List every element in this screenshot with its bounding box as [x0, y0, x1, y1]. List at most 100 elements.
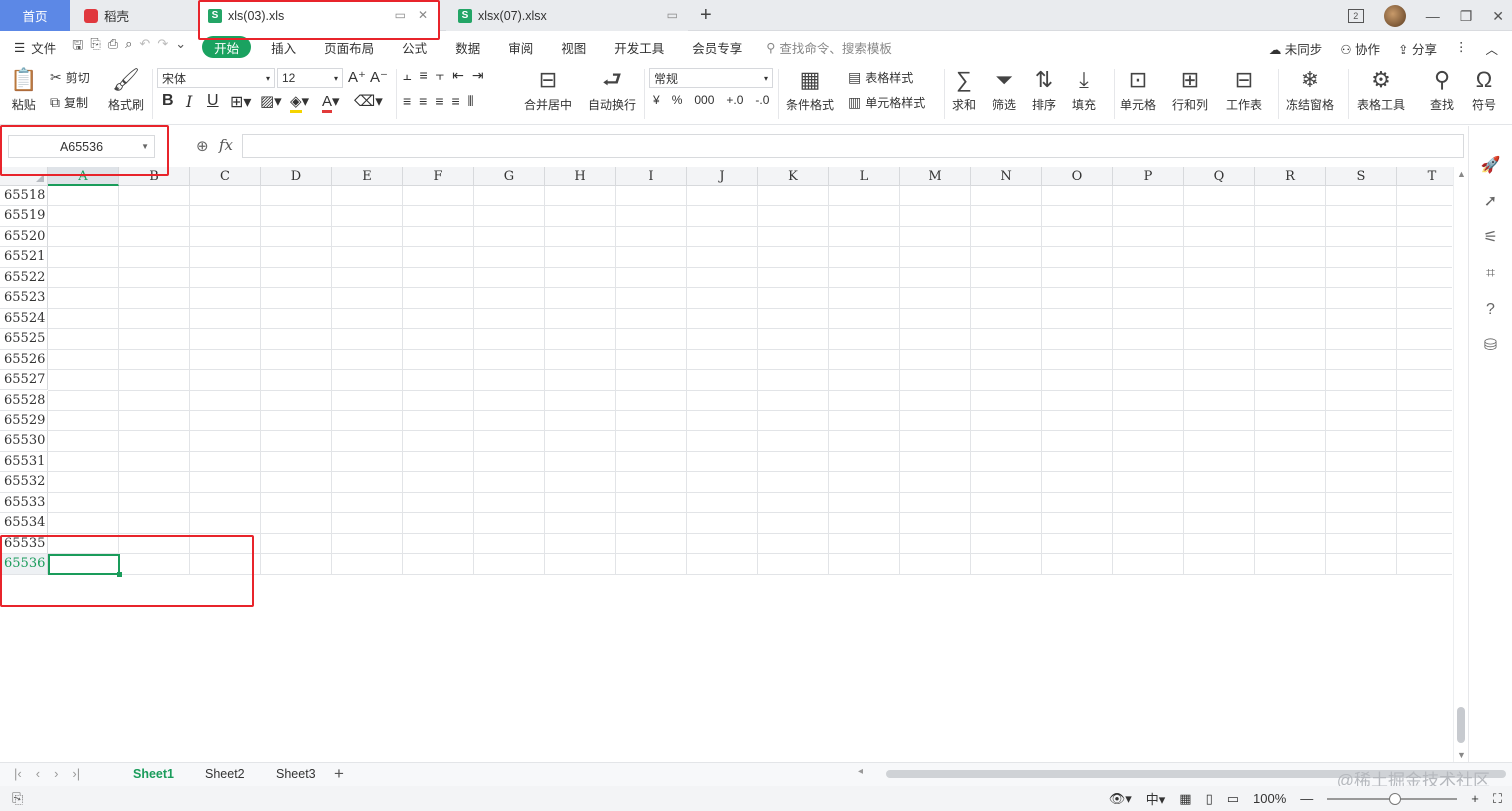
crop-icon[interactable]: ⌗ [1486, 264, 1495, 284]
zoom-in-icon[interactable]: + [1471, 791, 1479, 806]
normal-view-icon[interactable]: ▦ [1179, 791, 1191, 807]
thousands-button[interactable]: 000 [694, 93, 714, 107]
row-header[interactable]: 65524 [0, 308, 48, 330]
row-header[interactable]: 65530 [0, 431, 48, 452]
column-header-o[interactable]: O [1042, 167, 1113, 186]
merge-center-button[interactable]: ⊟ 合并居中 [524, 67, 572, 113]
freeze-panes-button[interactable]: ❄ 冻结窗格 [1286, 67, 1334, 113]
row-header[interactable]: 65535 [0, 533, 48, 555]
column-header-c[interactable]: C [190, 167, 261, 186]
print-icon[interactable]: ⎙ [108, 36, 118, 58]
print-preview-icon[interactable]: ⌕ [125, 36, 132, 58]
italic-button[interactable]: I [186, 92, 192, 111]
next-sheet-icon[interactable]: › [54, 766, 58, 781]
save-icon[interactable]: 🖫 [72, 36, 83, 58]
undo-icon[interactable]: ↶ [139, 36, 150, 58]
file-menu-button[interactable]: ☰ 文件 [14, 38, 56, 57]
column-header-i[interactable]: I [616, 167, 687, 186]
tab-file-xlsx[interactable]: S xlsx(07).xlsx ▭ [446, 0, 688, 31]
row-header[interactable]: 65525 [0, 329, 48, 350]
font-size-select[interactable]: 12 ▾ [277, 68, 343, 88]
help-icon[interactable]: ? [1486, 300, 1495, 320]
avatar[interactable] [1383, 5, 1406, 27]
zoom-out-icon[interactable]: — [1300, 791, 1313, 806]
menu-tab-6[interactable]: 视图 [547, 36, 600, 58]
column-header-e[interactable]: E [332, 167, 403, 186]
bold-button[interactable]: B [162, 92, 174, 110]
font-name-select[interactable]: 宋体 ▾ [157, 68, 275, 88]
window-count-icon[interactable]: 2 [1347, 9, 1364, 23]
menu-tab-3[interactable]: 公式 [388, 36, 441, 58]
formula-input[interactable] [242, 134, 1464, 158]
row-header[interactable]: 65528 [0, 390, 48, 411]
column-header-p[interactable]: P [1113, 167, 1184, 186]
column-header-s[interactable]: S [1326, 167, 1397, 186]
scroll-up-icon[interactable]: ▲ [1457, 169, 1466, 179]
cell-area[interactable] [48, 186, 1468, 575]
decimal-decrease-button[interactable]: -.0 [755, 93, 769, 107]
sort-button[interactable]: ⇅ 排序 [1032, 67, 1056, 113]
row-header[interactable]: 65531 [0, 451, 48, 473]
cell-button[interactable]: ⊡ 单元格 [1120, 67, 1156, 113]
menu-tab-7[interactable]: 开发工具 [600, 36, 678, 58]
minimize-icon[interactable]: — [1426, 8, 1440, 24]
column-header-h[interactable]: H [545, 167, 616, 186]
row-header[interactable]: 65536 [0, 554, 48, 575]
horizontal-align-icons[interactable]: ≡≡≡≡⫴ [403, 93, 482, 110]
column-header-d[interactable]: D [261, 167, 332, 186]
column-header-n[interactable]: N [971, 167, 1042, 186]
row-header[interactable]: 65520 [0, 226, 48, 248]
menu-tab-5[interactable]: 审阅 [494, 36, 547, 58]
menu-tab-0[interactable]: 开始 [202, 36, 252, 58]
share-button[interactable]: ⇪ 分享 [1398, 39, 1437, 58]
column-header-f[interactable]: F [403, 167, 474, 186]
border-icon[interactable]: ⊞▾ [230, 92, 251, 112]
percent-button[interactable]: % [672, 93, 683, 107]
cell-style-button[interactable]: ▥ 单元格样式 [848, 94, 925, 111]
row-header[interactable]: 65518 [0, 186, 48, 207]
settings-sliders-icon[interactable]: ⚟ [1483, 228, 1497, 248]
row-header[interactable]: 65532 [0, 472, 48, 493]
row-header[interactable]: 65534 [0, 513, 48, 534]
scroll-down-icon[interactable]: ▼ [1457, 750, 1466, 760]
menu-tab-2[interactable]: 页面布局 [310, 36, 388, 58]
zoom-knob[interactable] [1389, 792, 1402, 805]
fx-icon[interactable]: fx [219, 136, 233, 154]
zoom-slider[interactable] [1327, 792, 1458, 805]
zoom-formula-icon[interactable]: ⊕ [196, 137, 209, 155]
input-method-icon[interactable]: 中▾ [1146, 789, 1166, 808]
number-format-select[interactable]: 常规 ▾ [649, 68, 773, 88]
customize-dropdown-icon[interactable]: ⌄ [175, 36, 186, 58]
add-sheet-button[interactable]: + [334, 764, 344, 784]
cursor-icon[interactable]: ➚ [1484, 192, 1497, 212]
column-header-m[interactable]: M [900, 167, 971, 186]
font-grow-icon[interactable]: A⁺ [348, 68, 366, 86]
fill-pattern-icon[interactable]: ▨▾ [260, 92, 282, 110]
decimal-increase-button[interactable]: +.0 [726, 93, 743, 107]
worksheet-button[interactable]: ⊟ 工作表 [1226, 67, 1262, 113]
spreadsheet-grid[interactable]: ABCDEFGHIJKLMNOPQRST 65518 65519 65520 6552… [0, 167, 1468, 762]
first-sheet-icon[interactable]: |‹ [14, 766, 22, 781]
pin-window-icon[interactable]: ▭ [667, 8, 678, 22]
collapse-ribbon-icon[interactable]: ︿ [1485, 39, 1498, 58]
tab-home[interactable]: 首页 [0, 0, 70, 31]
row-header[interactable]: 65527 [0, 370, 48, 391]
backup-icon[interactable]: ⛁ [1484, 336, 1497, 356]
name-box[interactable]: A65536 ▼ [8, 135, 155, 158]
pin-window-icon[interactable]: ▭ [395, 8, 406, 22]
column-header-g[interactable]: G [474, 167, 545, 186]
scroll-thumb[interactable] [1457, 707, 1465, 743]
row-header[interactable]: 65519 [0, 206, 48, 227]
column-header-b[interactable]: B [119, 167, 190, 186]
row-header[interactable]: 65529 [0, 410, 48, 432]
column-header-a[interactable]: A [48, 167, 119, 186]
fill-color-icon[interactable]: ◈▾ [290, 92, 309, 113]
menu-tab-1[interactable]: 插入 [257, 36, 310, 58]
active-cell[interactable] [48, 554, 122, 577]
table-tools-button[interactable]: ⚙ 表格工具 [1357, 67, 1405, 113]
conditional-format-button[interactable]: ▦ 条件格式 [786, 67, 834, 113]
row-header[interactable]: 65533 [0, 492, 48, 514]
column-header-j[interactable]: J [687, 167, 758, 186]
zoom-level[interactable]: 100% [1253, 791, 1286, 806]
last-sheet-icon[interactable]: ›| [72, 766, 80, 781]
